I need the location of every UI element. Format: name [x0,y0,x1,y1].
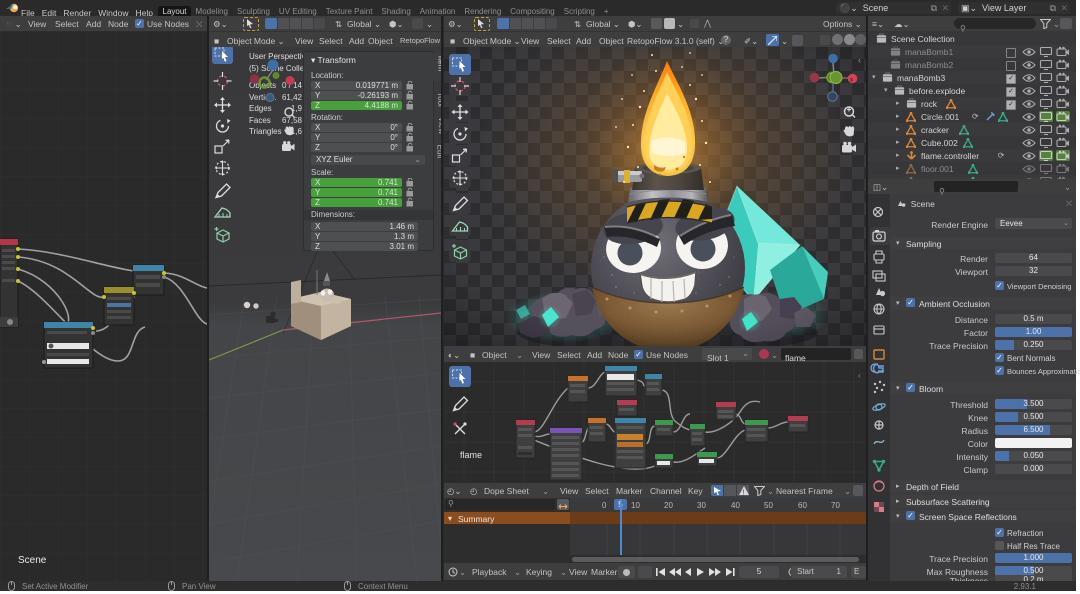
svg-text:x: x [850,78,853,84]
svg-text:!: ! [742,490,744,497]
